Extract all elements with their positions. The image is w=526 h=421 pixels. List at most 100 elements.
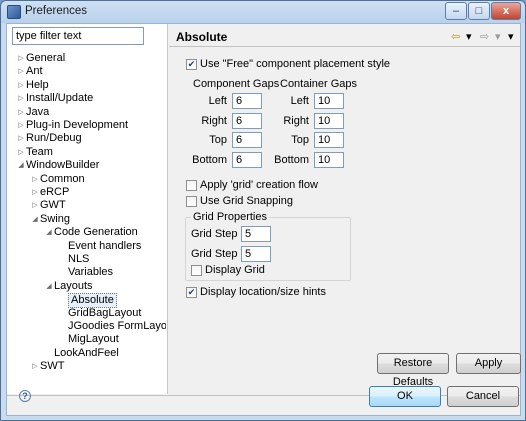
- preference-tree[interactable]: ▷ General ▷ Ant ▷ Help ▷ Install/Update ▷ Java ▷ Pl…: [7, 47, 166, 392]
- tree-item[interactable]: ◢ Layouts: [44, 280, 92, 293]
- collapsed-twisty-icon[interactable]: ▷: [16, 119, 26, 132]
- tree-item[interactable]: ▷ SWT: [30, 360, 64, 373]
- collapsed-twisty-icon[interactable]: ▷: [16, 146, 26, 159]
- tree-item[interactable]: ▷ Install/Update: [16, 92, 93, 105]
- tree-item[interactable]: ▷ Run/Debug: [16, 132, 81, 145]
- cancel-button[interactable]: Cancel: [447, 386, 519, 407]
- tree-item[interactable]: Absolute: [58, 293, 117, 309]
- tree-item[interactable]: NLS: [58, 253, 89, 266]
- tree-item-label: eRCP: [40, 186, 70, 198]
- minimize-button[interactable]: –: [445, 2, 467, 20]
- expanded-twisty-icon[interactable]: ◢: [44, 280, 54, 293]
- component-gaps-title: Component Gaps: [193, 78, 280, 90]
- tree-item[interactable]: LookAndFeel: [44, 347, 119, 360]
- container-top-label: Top: [291, 134, 309, 146]
- tree-item[interactable]: ▷ Ant: [16, 65, 43, 78]
- forward-menu-icon[interactable]: ▾: [495, 30, 501, 43]
- expanded-twisty-icon[interactable]: ◢: [44, 226, 54, 239]
- collapsed-twisty-icon[interactable]: ▷: [30, 199, 40, 212]
- grid-properties-title: Grid Properties: [191, 211, 269, 223]
- tree-item[interactable]: Event handlers: [58, 240, 141, 253]
- tree-item[interactable]: ▷ Team: [16, 146, 53, 159]
- collapsed-twisty-icon[interactable]: ▷: [16, 92, 26, 105]
- tree-item-label: LookAndFeel: [54, 346, 119, 359]
- forward-arrow-icon[interactable]: ⇨: [480, 30, 489, 43]
- display-hints-label: Display location/size hints: [200, 286, 326, 298]
- tree-item[interactable]: ◢ WindowBuilder: [16, 159, 99, 172]
- tree-item[interactable]: Variables: [58, 266, 113, 279]
- component-right-field[interactable]: 6: [232, 113, 262, 129]
- tree-item-label: Swing: [40, 212, 70, 225]
- display-hints-checkbox[interactable]: ✔: [186, 287, 197, 298]
- component-bottom-field[interactable]: 6: [232, 152, 262, 168]
- title-bar[interactable]: Preferences – □ x: [1, 1, 525, 23]
- tree-item[interactable]: GridBagLayout: [58, 307, 141, 320]
- container-top-field[interactable]: 10: [314, 132, 344, 148]
- tree-item[interactable]: ▷ Help: [16, 78, 49, 92]
- tree-item[interactable]: ▷ Java: [16, 106, 49, 119]
- expanded-twisty-icon[interactable]: ◢: [30, 213, 40, 226]
- maximize-button[interactable]: □: [468, 2, 490, 20]
- collapsed-twisty-icon[interactable]: ▷: [30, 186, 40, 199]
- collapsed-twisty-icon[interactable]: ▷: [16, 65, 26, 78]
- apply-grid-label: Apply 'grid' creation flow: [200, 179, 318, 191]
- expanded-twisty-icon[interactable]: ◢: [16, 159, 26, 172]
- collapsed-twisty-icon[interactable]: ▷: [16, 132, 26, 145]
- tree-item-label: Plug-in Development: [26, 119, 129, 131]
- tree-item-label: WindowBuilder: [26, 159, 100, 172]
- collapsed-twisty-icon[interactable]: ▷: [30, 173, 40, 186]
- back-menu-icon[interactable]: ▾: [466, 30, 472, 43]
- ok-button[interactable]: OK: [369, 386, 441, 407]
- apply-grid-checkbox[interactable]: [186, 180, 197, 191]
- tree-item[interactable]: ◢ Swing: [30, 213, 70, 226]
- container-bottom-label: Bottom: [274, 154, 309, 166]
- window-title: Preferences: [25, 5, 88, 17]
- component-bottom-label: Bottom: [192, 154, 227, 166]
- use-grid-snapping-label: Use Grid Snapping: [200, 195, 293, 207]
- tree-item[interactable]: ▷ GWT: [30, 199, 66, 212]
- display-grid-checkbox[interactable]: [191, 265, 202, 276]
- component-right-label: Right: [201, 115, 227, 127]
- tree-item-label: Help: [26, 78, 49, 91]
- collapsed-twisty-icon[interactable]: ▷: [16, 106, 26, 119]
- tree-item-label: General: [26, 52, 66, 64]
- collapsed-twisty-icon[interactable]: ▷: [16, 79, 26, 92]
- tree-item-label: Ant: [26, 65, 43, 78]
- tree-item[interactable]: ◢ Code Generation: [44, 226, 137, 239]
- view-menu-icon[interactable]: ▾: [508, 30, 514, 43]
- grid-step-y-label: Grid Step Y: [191, 248, 248, 260]
- collapsed-twisty-icon[interactable]: ▷: [30, 360, 40, 373]
- title-separator: [169, 46, 520, 47]
- container-bottom-field[interactable]: 10: [314, 152, 344, 168]
- grid-step-y-field[interactable]: 5: [241, 246, 271, 262]
- tree-item[interactable]: JGoodies FormLayout: [58, 320, 166, 333]
- use-grid-snapping-checkbox[interactable]: [186, 196, 197, 207]
- use-free-checkbox[interactable]: ✔: [186, 59, 197, 70]
- grid-step-x-field[interactable]: 5: [241, 226, 271, 242]
- filter-input[interactable]: [12, 27, 144, 45]
- container-right-field[interactable]: 10: [314, 113, 344, 129]
- container-left-field[interactable]: 10: [314, 93, 344, 109]
- back-arrow-icon[interactable]: ⇦: [451, 30, 460, 43]
- tree-item-label: GWT: [40, 199, 66, 212]
- tree-item-label: Java: [26, 105, 50, 118]
- container-right-label: Right: [283, 115, 309, 127]
- tree-item[interactable]: ▷ General: [16, 52, 65, 65]
- tree-item[interactable]: MigLayout: [58, 333, 119, 346]
- container-gaps-title: Container Gaps: [280, 78, 358, 90]
- collapsed-twisty-icon[interactable]: ▷: [16, 52, 26, 65]
- restore-defaults-button[interactable]: Restore Defaults: [377, 353, 449, 388]
- display-grid-label: Display Grid: [205, 264, 265, 276]
- component-left-field[interactable]: 6: [232, 93, 262, 109]
- footer-separator: [7, 395, 520, 396]
- apply-button[interactable]: Apply: [456, 353, 521, 374]
- help-icon[interactable]: ?: [19, 390, 31, 402]
- component-top-field[interactable]: 6: [232, 132, 262, 148]
- tree-item-label: MigLayout: [68, 333, 119, 346]
- close-button[interactable]: x: [491, 2, 521, 20]
- tree-item[interactable]: ▷ Common: [30, 173, 84, 186]
- preferences-window: Preferences – □ x ▷General▷Ant▷Help▷Inst…: [0, 0, 526, 421]
- tree-item-label: Team: [26, 145, 53, 158]
- tree-item[interactable]: ▷ Plug-in Development: [16, 119, 128, 132]
- tree-item[interactable]: ▷ eRCP: [30, 186, 69, 199]
